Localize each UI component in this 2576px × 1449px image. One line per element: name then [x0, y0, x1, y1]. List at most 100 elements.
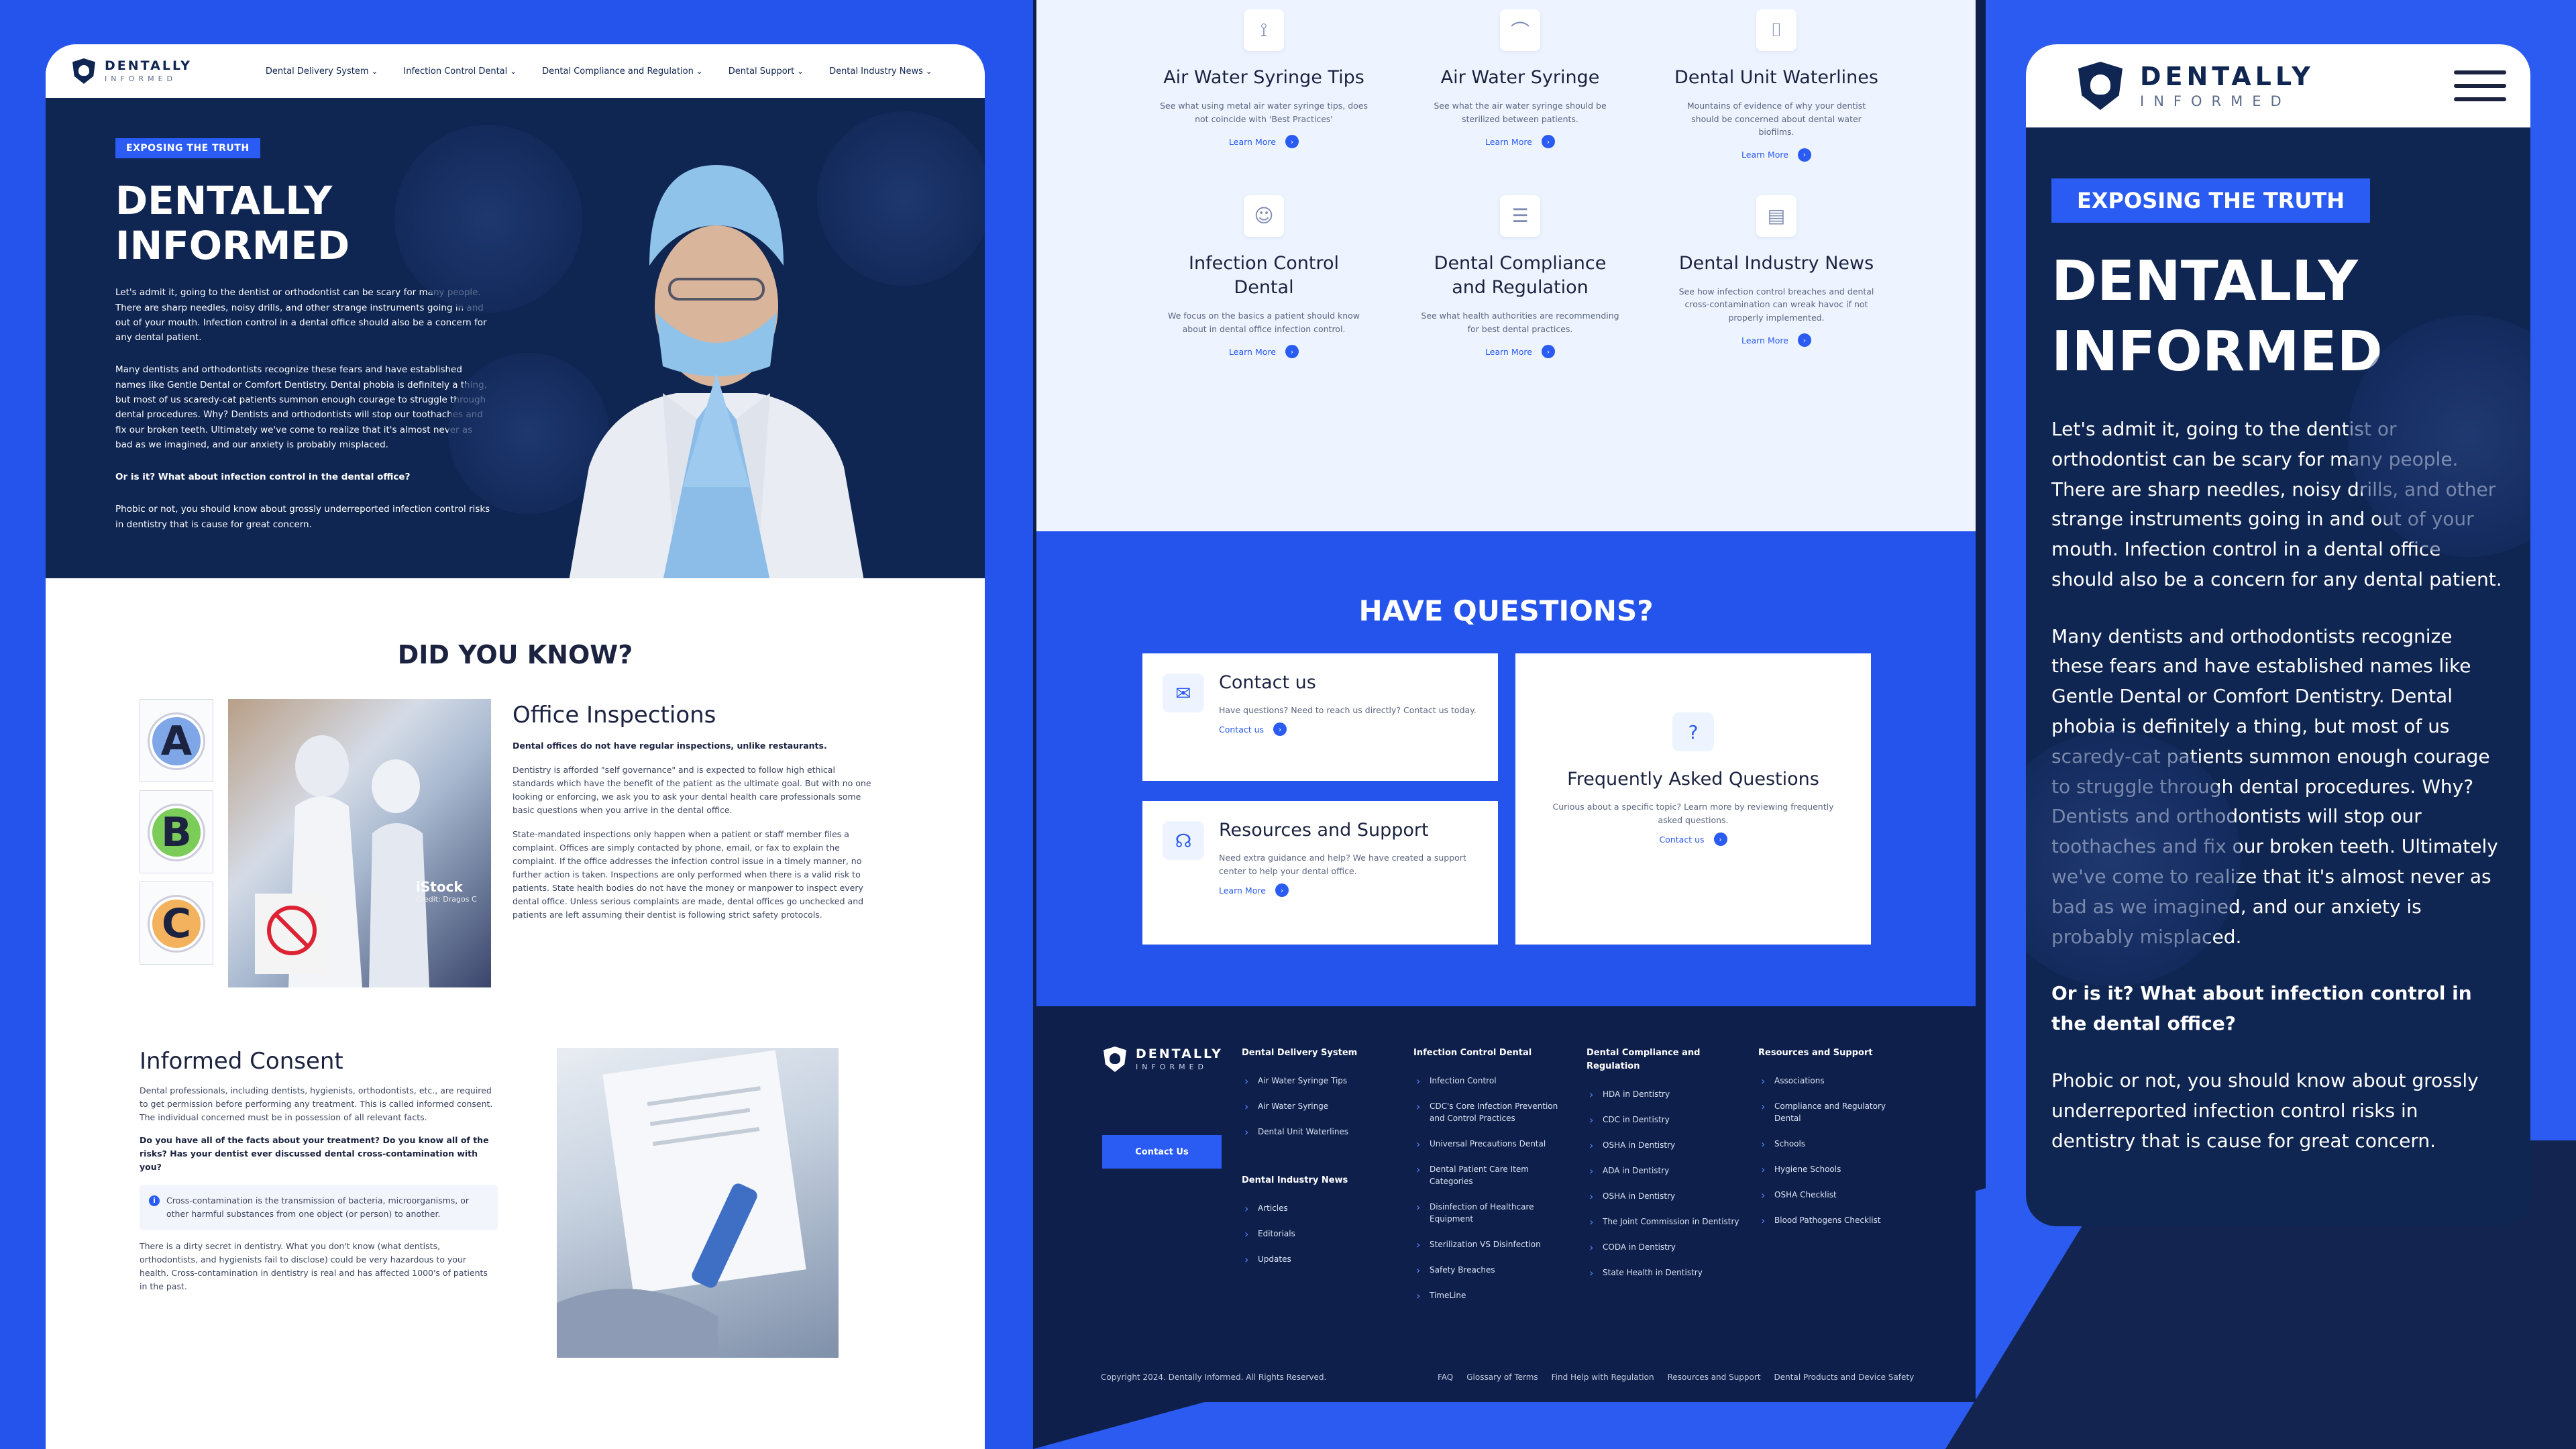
footer-link[interactable]: CDC in Dentistry — [1587, 1112, 1741, 1128]
tooth-shield-icon — [2078, 62, 2123, 110]
service-card: ⌒ Air Water Syringe See what the air wat… — [1392, 9, 1648, 162]
resources-card: ☊ Resources and Support Need extra guida… — [1142, 801, 1498, 945]
footer-link[interactable]: CODA in Dentistry — [1587, 1240, 1741, 1256]
footer-link[interactable]: Infection Control — [1413, 1073, 1568, 1089]
footer-link[interactable]: ADA in Dentistry — [1587, 1163, 1741, 1179]
chat-question-icon: ? — [1672, 712, 1714, 751]
footer-link[interactable]: Compliance and Regulatory Dental — [1758, 1099, 1913, 1124]
main-menu: Dental Delivery System Infection Control… — [266, 66, 932, 76]
footer-link[interactable]: State Health in Dentistry — [1587, 1265, 1741, 1281]
footer-link[interactable]: Schools — [1758, 1136, 1913, 1152]
hero-tag: EXPOSING THE TRUTH — [2051, 178, 2370, 223]
footer-link[interactable]: OSHA Checklist — [1758, 1187, 1913, 1203]
learn-more-link[interactable]: Learn More › — [1229, 345, 1299, 359]
arrow-right-icon: › — [1273, 722, 1287, 736]
dental-office-photo: iStock Credit: Dragos C — [228, 699, 491, 987]
footer-column-title: Dental Compliance and Regulation — [1587, 1048, 1701, 1072]
card-title: Infection Control Dental — [1189, 252, 1339, 298]
contact-us-link[interactable]: Contact us › — [1659, 833, 1727, 846]
footer-link[interactable]: TimeLine — [1413, 1288, 1568, 1304]
brand-logo[interactable]: DENTALLY INFORMED — [72, 58, 192, 84]
footer-link[interactable]: Dental Unit Waterlines — [1242, 1124, 1396, 1140]
faq-card: ? Frequently Asked Questions Curious abo… — [1515, 653, 1871, 945]
footer-link[interactable]: Disinfection of Healthcare Equipment — [1413, 1199, 1568, 1225]
footer-bottom-link[interactable]: Find Help with Regulation — [1552, 1373, 1654, 1382]
link-label: Learn More — [1219, 885, 1266, 896]
definition-callout: Cross-contamination is the transmission … — [140, 1185, 498, 1230]
arrow-right-icon: › — [1541, 135, 1555, 149]
dentist-photo — [569, 165, 864, 578]
footer-column: Resources and Support Associations Compl… — [1758, 1046, 1913, 1240]
footer-contact-button[interactable]: Contact Us — [1102, 1135, 1222, 1169]
card-title: Air Water Syringe Tips — [1163, 67, 1364, 88]
footer-link[interactable]: Associations — [1758, 1073, 1913, 1089]
learn-more-link[interactable]: Learn More › — [1741, 333, 1811, 347]
footer-bottom-link[interactable]: Glossary of Terms — [1466, 1373, 1538, 1382]
footer-link[interactable]: Sterilization VS Disinfection — [1413, 1237, 1568, 1253]
link-label: Learn More — [1741, 150, 1788, 160]
footer-link[interactable]: Blood Pathogens Checklist — [1758, 1213, 1913, 1229]
footer-bottom-link[interactable]: Dental Products and Device Safety — [1774, 1373, 1915, 1382]
brand-name: DENTALLY — [1136, 1046, 1223, 1061]
footer-bottom-link[interactable]: Resources and Support — [1668, 1373, 1761, 1382]
footer-link[interactable]: Safety Breaches — [1413, 1263, 1568, 1279]
footer-column-title: Dental Delivery System — [1242, 1048, 1358, 1058]
arrow-right-icon: › — [1713, 833, 1727, 846]
footer-column-title: Resources and Support — [1758, 1048, 1873, 1058]
brand-sub: INFORMED — [1136, 1063, 1208, 1071]
footer-link[interactable]: Dental Patient Care Item Categories — [1413, 1162, 1568, 1187]
mobile-navbar: DENTALLY INFORMED — [2026, 44, 2530, 127]
brand-name: DENTALLY — [2140, 61, 2314, 91]
card-title: Dental Unit Waterlines — [1674, 67, 1878, 88]
footer-column: Dental Compliance and Regulation HDA in … — [1587, 1046, 1741, 1292]
hero-paragraph: Phobic or not, you should know about gro… — [2051, 1069, 2479, 1152]
nav-item-dental-delivery[interactable]: Dental Delivery System — [266, 66, 378, 76]
footer-bottom-link[interactable]: FAQ — [1438, 1373, 1453, 1382]
footer-link[interactable]: Air Water Syringe Tips — [1242, 1073, 1396, 1089]
top-navbar: DENTALLY INFORMED Dental Delivery System… — [46, 44, 985, 98]
footer-link[interactable]: Updates — [1242, 1252, 1396, 1268]
service-card: ⟟ Air Water Syringe Tips See what using … — [1136, 9, 1392, 162]
tooth-shield-icon — [1104, 1046, 1126, 1072]
card-text: See what the air water syringe should be… — [1434, 101, 1607, 124]
footer-logo[interactable]: DENTALLY INFORMED — [1104, 1046, 1223, 1072]
contact-us-link[interactable]: Contact us › — [1219, 722, 1287, 736]
learn-more-link[interactable]: Learn More › — [1485, 345, 1555, 359]
footer-link[interactable]: HDA in Dentistry — [1587, 1087, 1741, 1103]
hamburger-menu-icon[interactable] — [2454, 70, 2506, 101]
footer-link[interactable]: Universal Precautions Dental — [1413, 1136, 1568, 1152]
footer-column-title: Infection Control Dental — [1413, 1048, 1532, 1058]
footer-link[interactable]: OSHA in Dentistry — [1587, 1138, 1741, 1154]
link-label: Learn More — [1229, 136, 1276, 147]
nav-item-support[interactable]: Dental Support — [729, 66, 804, 76]
learn-more-link[interactable]: Learn More › — [1741, 148, 1811, 162]
services-section: ⟟ Air Water Syringe Tips See what using … — [1036, 0, 1976, 531]
footer-link[interactable]: Air Water Syringe — [1242, 1099, 1396, 1115]
nav-item-industry-news[interactable]: Dental Industry News — [829, 66, 932, 76]
footer-link[interactable]: The Joint Commission in Dentistry — [1587, 1214, 1741, 1230]
footer-link[interactable]: Editorials — [1242, 1226, 1396, 1242]
arrow-right-icon: › — [1285, 345, 1299, 359]
have-questions-section: HAVE QUESTIONS? ✉ Contact us Have questi… — [1036, 531, 1976, 1006]
arrow-right-icon: › — [1797, 148, 1811, 162]
inner-pages-panel: ⟟ Air Water Syringe Tips See what using … — [1036, 0, 1976, 1449]
arrow-right-icon: › — [1797, 333, 1811, 347]
site-footer: DENTALLY INFORMED Contact Us Dental Deli… — [1036, 1006, 1976, 1402]
contact-title: Contact us — [1219, 672, 1316, 693]
nav-item-compliance[interactable]: Dental Compliance and Regulation — [542, 66, 703, 76]
footer-link[interactable]: CDC's Core Infection Prevention and Cont… — [1413, 1099, 1568, 1124]
brand-logo[interactable]: DENTALLY INFORMED — [2078, 62, 2314, 110]
footer-link[interactable]: OSHA in Dentistry — [1587, 1189, 1741, 1205]
nav-item-infection-control[interactable]: Infection Control Dental — [403, 66, 517, 76]
link-label: Contact us — [1219, 724, 1265, 735]
grade-cards: A B C — [140, 699, 213, 987]
footer-link[interactable]: Articles — [1242, 1201, 1396, 1217]
informed-consent-row: Informed Consent Dental professionals, i… — [140, 1048, 985, 1358]
learn-more-link[interactable]: Learn More › — [1229, 135, 1299, 149]
hero-paragraph: Many dentists and orthodontists recogniz… — [115, 364, 487, 450]
learn-more-link[interactable]: Learn More › — [1219, 883, 1289, 897]
office-paragraph: State-mandated inspections only happen w… — [513, 829, 864, 920]
footer-link[interactable]: Hygiene Schools — [1758, 1162, 1913, 1178]
office-inspections-row: A B C iStock Credit: Dragos C Office Ins… — [140, 699, 985, 987]
learn-more-link[interactable]: Learn More › — [1485, 135, 1555, 149]
